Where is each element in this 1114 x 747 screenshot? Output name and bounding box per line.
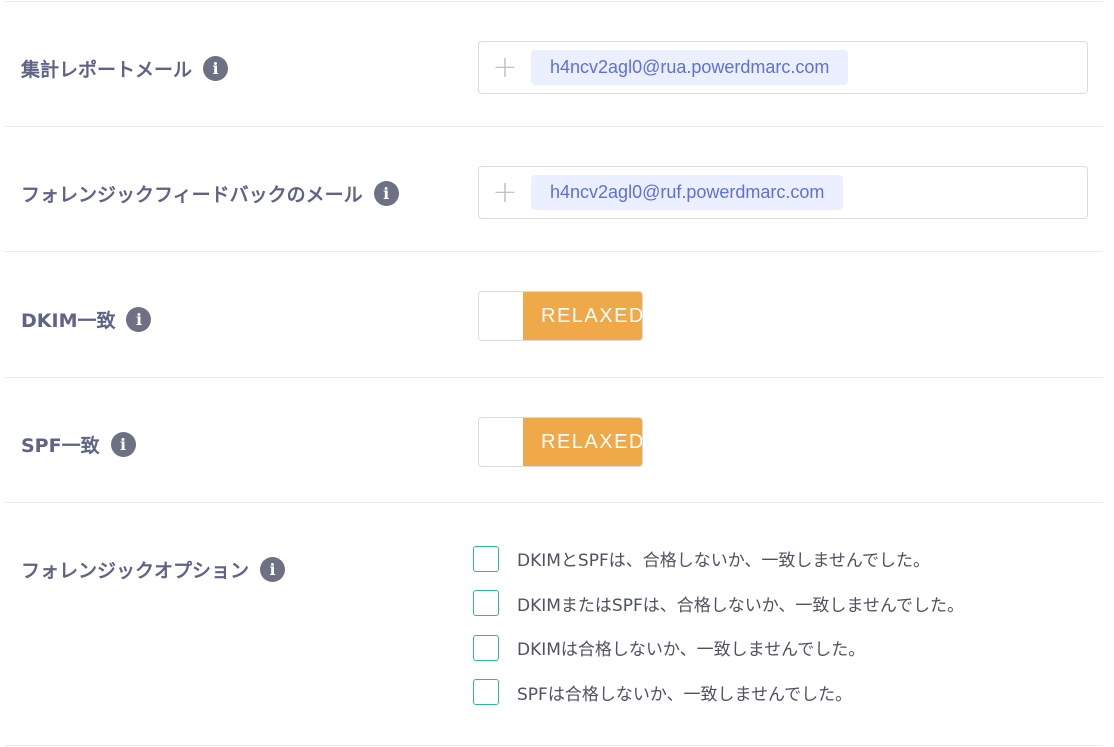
aggregate-report-email-field[interactable]: + h4ncv2agl0@rua.powerdmarc.com <box>478 41 1088 94</box>
toggle-state-label: RELAXED <box>523 292 642 340</box>
forensic-feedback-label-group: フォレンジックフィードバックのメール i <box>21 180 399 207</box>
info-icon[interactable]: i <box>260 557 286 582</box>
checkbox[interactable] <box>473 545 499 572</box>
toggle-knob[interactable] <box>479 292 523 340</box>
forensic-option[interactable]: DKIMは合格しないか、一致しませんでした。 <box>473 634 964 661</box>
checkbox[interactable] <box>473 634 499 661</box>
forensic-option-label: DKIMとSPFは、合格しないか、一致しませんでした。 <box>517 551 931 571</box>
forensic-option-label: DKIMは合格しないか、一致しませんでした。 <box>517 640 866 660</box>
forensic-option[interactable]: DKIMとSPFは、合格しないか、一致しませんでした。 <box>473 545 964 572</box>
forensic-option[interactable]: SPFは合格しないか、一致しませんでした。 <box>473 679 964 706</box>
spf-alignment-row: SPF一致 i RELAXED <box>5 378 1103 502</box>
info-icon[interactable]: i <box>126 307 152 332</box>
toggle-knob[interactable] <box>479 418 523 466</box>
forensic-option-label: SPFは合格しないか、一致しませんでした。 <box>517 684 853 705</box>
info-icon[interactable]: i <box>203 56 229 81</box>
aggregate-report-label-group: 集計レポートメール i <box>21 55 229 82</box>
forensic-feedback-row: フォレンジックフィードバックのメール i + h4ncv2agl0@ruf.po… <box>5 127 1103 251</box>
spf-alignment-label: SPF一致 <box>21 435 100 457</box>
email-chip[interactable]: h4ncv2agl0@rua.powerdmarc.com <box>531 50 849 85</box>
aggregate-report-row: 集計レポートメール i + h4ncv2agl0@rua.powerdmarc.… <box>5 2 1103 126</box>
spf-alignment-label-group: SPF一致 i <box>21 431 136 458</box>
dkim-alignment-row: DKIM一致 i RELAXED <box>5 252 1103 377</box>
spf-alignment-toggle[interactable]: RELAXED <box>478 417 643 467</box>
add-email-icon[interactable]: + <box>479 177 531 208</box>
email-chip[interactable]: h4ncv2agl0@ruf.powerdmarc.com <box>531 175 844 210</box>
toggle-state-label: RELAXED <box>523 418 642 466</box>
forensic-feedback-email-field[interactable]: + h4ncv2agl0@ruf.powerdmarc.com <box>478 166 1088 219</box>
dkim-alignment-label-group: DKIM一致 i <box>21 306 152 333</box>
forensic-options-label-group: フォレンジックオプション i <box>21 556 286 583</box>
checkbox[interactable] <box>473 679 499 705</box>
forensic-feedback-label: フォレンジックフィードバックのメール <box>21 184 363 206</box>
add-email-icon[interactable]: + <box>479 52 531 83</box>
aggregate-report-label: 集計レポートメール <box>21 59 193 81</box>
row-divider <box>5 745 1103 746</box>
dkim-alignment-label: DKIM一致 <box>21 310 116 332</box>
checkbox[interactable] <box>473 590 499 616</box>
forensic-option-label: DKIMまたはSPFは、合格しないか、一致しませんでした。 <box>517 595 965 616</box>
forensic-option[interactable]: DKIMまたはSPFは、合格しないか、一致しませんでした。 <box>473 590 964 617</box>
forensic-options-list: DKIMとSPFは、合格しないか、一致しませんでした。 DKIMまたはSPFは、… <box>473 545 964 723</box>
info-icon[interactable]: i <box>110 432 136 457</box>
info-icon[interactable]: i <box>373 181 399 206</box>
dkim-alignment-toggle[interactable]: RELAXED <box>478 291 643 341</box>
forensic-options-label: フォレンジックオプション <box>21 560 250 582</box>
